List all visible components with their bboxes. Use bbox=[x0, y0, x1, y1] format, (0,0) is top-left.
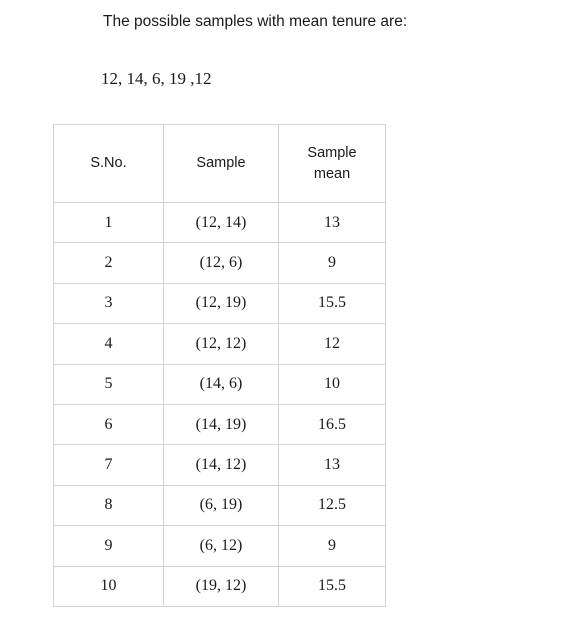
cell-sample: (6, 12) bbox=[163, 525, 279, 567]
table-row: 5 (14, 6) 10 bbox=[53, 363, 386, 405]
cell-sno: 5 bbox=[53, 363, 164, 405]
table-header: S.No. Sample Sample mean bbox=[53, 124, 386, 203]
cell-sno: 7 bbox=[53, 444, 164, 486]
cell-sample-mean: 12 bbox=[278, 323, 386, 365]
cell-sample-mean: 13 bbox=[278, 201, 386, 244]
cell-sno: 6 bbox=[53, 403, 164, 446]
table-row: 3 (12, 19) 15.5 bbox=[53, 282, 386, 325]
cell-sample: (12, 12) bbox=[163, 323, 279, 365]
cell-sno: 3 bbox=[53, 282, 164, 325]
table-row: 6 (14, 19) 16.5 bbox=[53, 403, 386, 446]
cell-sample: (14, 19) bbox=[163, 403, 279, 446]
table-row: 10 (19, 12) 15.5 bbox=[53, 565, 386, 607]
sample-values-line: 12, 14, 6, 19 ,12 bbox=[101, 69, 212, 88]
cell-sno: 4 bbox=[53, 323, 164, 365]
cell-sno: 9 bbox=[53, 525, 164, 567]
cell-sample-mean: 15.5 bbox=[278, 282, 386, 325]
table-body: 1 (12, 14) 13 2 (12, 6) 9 3 (12, 19) 15.… bbox=[53, 201, 386, 607]
cell-sno: 8 bbox=[53, 484, 164, 527]
samples-table: S.No. Sample Sample mean 1 (12, 14) 13 2… bbox=[53, 124, 386, 607]
cell-sample: (12, 14) bbox=[163, 201, 279, 244]
column-header-sample: Sample bbox=[163, 124, 279, 203]
cell-sample: (14, 6) bbox=[163, 363, 279, 405]
cell-sample-mean: 10 bbox=[278, 363, 386, 405]
table-row: 4 (12, 12) 12 bbox=[53, 323, 386, 365]
cell-sample-mean: 9 bbox=[278, 525, 386, 567]
table-header-row: S.No. Sample Sample mean bbox=[53, 124, 386, 203]
cell-sno: 1 bbox=[53, 201, 164, 244]
cell-sample-mean: 15.5 bbox=[278, 565, 386, 607]
cell-sample: (19, 12) bbox=[163, 565, 279, 607]
cell-sno: 10 bbox=[53, 565, 164, 607]
cell-sample: (14, 12) bbox=[163, 444, 279, 486]
cell-sample-mean: 13 bbox=[278, 444, 386, 486]
table-row: 2 (12, 6) 9 bbox=[53, 242, 386, 284]
cell-sample: (12, 6) bbox=[163, 242, 279, 284]
cell-sample: (12, 19) bbox=[163, 282, 279, 325]
table-row: 7 (14, 12) 13 bbox=[53, 444, 386, 486]
cell-sample-mean: 9 bbox=[278, 242, 386, 284]
cell-sample-mean: 12.5 bbox=[278, 484, 386, 527]
cell-sno: 2 bbox=[53, 242, 164, 284]
column-header-sample-mean: Sample mean bbox=[278, 124, 386, 203]
table-row: 8 (6, 19) 12.5 bbox=[53, 484, 386, 527]
cell-sample-mean: 16.5 bbox=[278, 403, 386, 446]
table-row: 9 (6, 12) 9 bbox=[53, 525, 386, 567]
page-canvas: The possible samples with mean tenure ar… bbox=[0, 0, 565, 625]
intro-statement: The possible samples with mean tenure ar… bbox=[103, 13, 408, 30]
table-row: 1 (12, 14) 13 bbox=[53, 201, 386, 244]
column-header-sno: S.No. bbox=[53, 124, 164, 203]
cell-sample: (6, 19) bbox=[163, 484, 279, 527]
